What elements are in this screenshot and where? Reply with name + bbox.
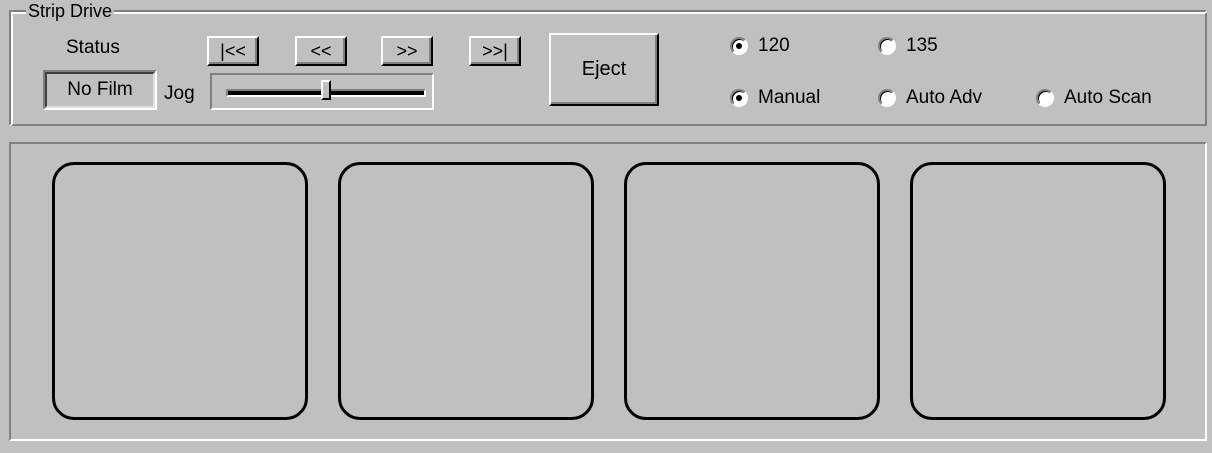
radio-button-icon[interactable]	[730, 89, 748, 107]
radio-label: Auto Scan	[1064, 87, 1152, 108]
radio-mode-auto-scan[interactable]: Auto Scan	[1036, 86, 1152, 110]
radio-format-120[interactable]: 120	[730, 34, 790, 58]
radio-label: Auto Adv	[906, 87, 983, 108]
radio-label: 135	[906, 35, 938, 56]
first-frame-button[interactable]: |<<	[207, 36, 259, 66]
last-frame-button[interactable]: >>|	[469, 36, 521, 66]
status-display: No Film	[43, 70, 157, 110]
radio-format-135[interactable]: 135	[878, 34, 938, 58]
previous-frame-button[interactable]: <<	[295, 36, 347, 66]
jog-label: Jog	[164, 83, 195, 104]
jog-slider[interactable]	[210, 73, 434, 110]
radio-label: Manual	[758, 87, 821, 108]
radio-mode-manual[interactable]: Manual	[730, 86, 820, 110]
strip-drive-panel: Strip Drive Status No Film Jog |<< << >>…	[0, 0, 1212, 453]
group-title: Strip Drive	[26, 0, 115, 22]
film-frame-4[interactable]	[910, 162, 1166, 420]
status-label: Status	[66, 37, 120, 58]
jog-slider-thumb[interactable]	[321, 80, 331, 100]
next-frame-button[interactable]: >>	[381, 36, 433, 66]
radio-label: 120	[758, 35, 790, 56]
eject-button[interactable]: Eject	[549, 33, 659, 106]
film-frame-2[interactable]	[338, 162, 594, 420]
film-frame-1[interactable]	[52, 162, 308, 420]
radio-button-icon[interactable]	[730, 37, 748, 55]
radio-button-icon[interactable]	[878, 89, 896, 107]
film-frame-3[interactable]	[624, 162, 880, 420]
radio-button-icon[interactable]	[878, 37, 896, 55]
status-value: No Film	[45, 72, 155, 108]
radio-mode-auto-adv[interactable]: Auto Adv	[878, 86, 982, 110]
radio-button-icon[interactable]	[1036, 89, 1054, 107]
